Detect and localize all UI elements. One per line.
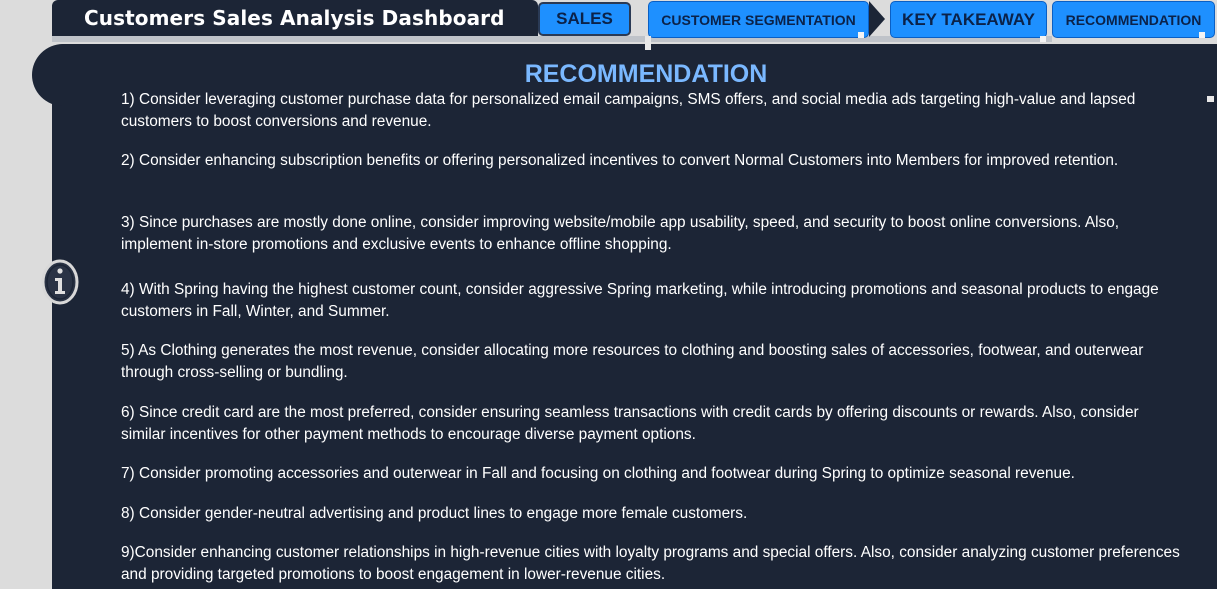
recommendation-item: 9)Consider enhancing customer relationsh… — [121, 544, 1180, 583]
nav-arrow-icon — [869, 1, 885, 37]
dashboard-title: Customers Sales Analysis Dashboard — [84, 6, 505, 30]
info-circle-icon[interactable] — [40, 258, 80, 306]
resize-handle — [1040, 36, 1046, 42]
recommendation-item: 4) With Spring having the highest custom… — [121, 281, 1159, 320]
resize-handle — [1199, 32, 1205, 38]
recommendation-item: 8) Consider gender-neutral advertising a… — [121, 505, 748, 522]
recommendation-item: 7) Consider promoting accessories and ou… — [121, 465, 1075, 482]
nav-button-customer-segmentation[interactable]: CUSTOMER SEGMENTATION — [648, 1, 869, 38]
recommendation-item: 1) Consider leveraging customer purchase… — [121, 91, 1136, 130]
recommendation-item: 2) Consider enhancing subscription benef… — [121, 152, 1119, 169]
dashboard-title-bar: Customers Sales Analysis Dashboard — [52, 0, 538, 36]
nav-button-recommendation[interactable]: RECOMMENDATION — [1052, 1, 1215, 38]
nav-button-key-takeaway[interactable]: KEY TAKEAWAY — [890, 1, 1047, 38]
panel-connector — [645, 36, 651, 50]
nav-button-sales[interactable]: SALES — [538, 2, 631, 36]
recommendation-item: 3) Since purchases are mostly done onlin… — [121, 214, 1120, 253]
resize-handle — [858, 32, 864, 38]
scroll-handle[interactable] — [1207, 96, 1214, 102]
page-heading: RECOMMENDATION — [524, 60, 768, 88]
recommendation-item: 6) Since credit card are the most prefer… — [121, 404, 1139, 443]
dashboard-stage: Customers Sales Analysis Dashboard SALES… — [0, 0, 1217, 589]
recommendation-item: 5) As Clothing generates the most revenu… — [121, 342, 1144, 381]
